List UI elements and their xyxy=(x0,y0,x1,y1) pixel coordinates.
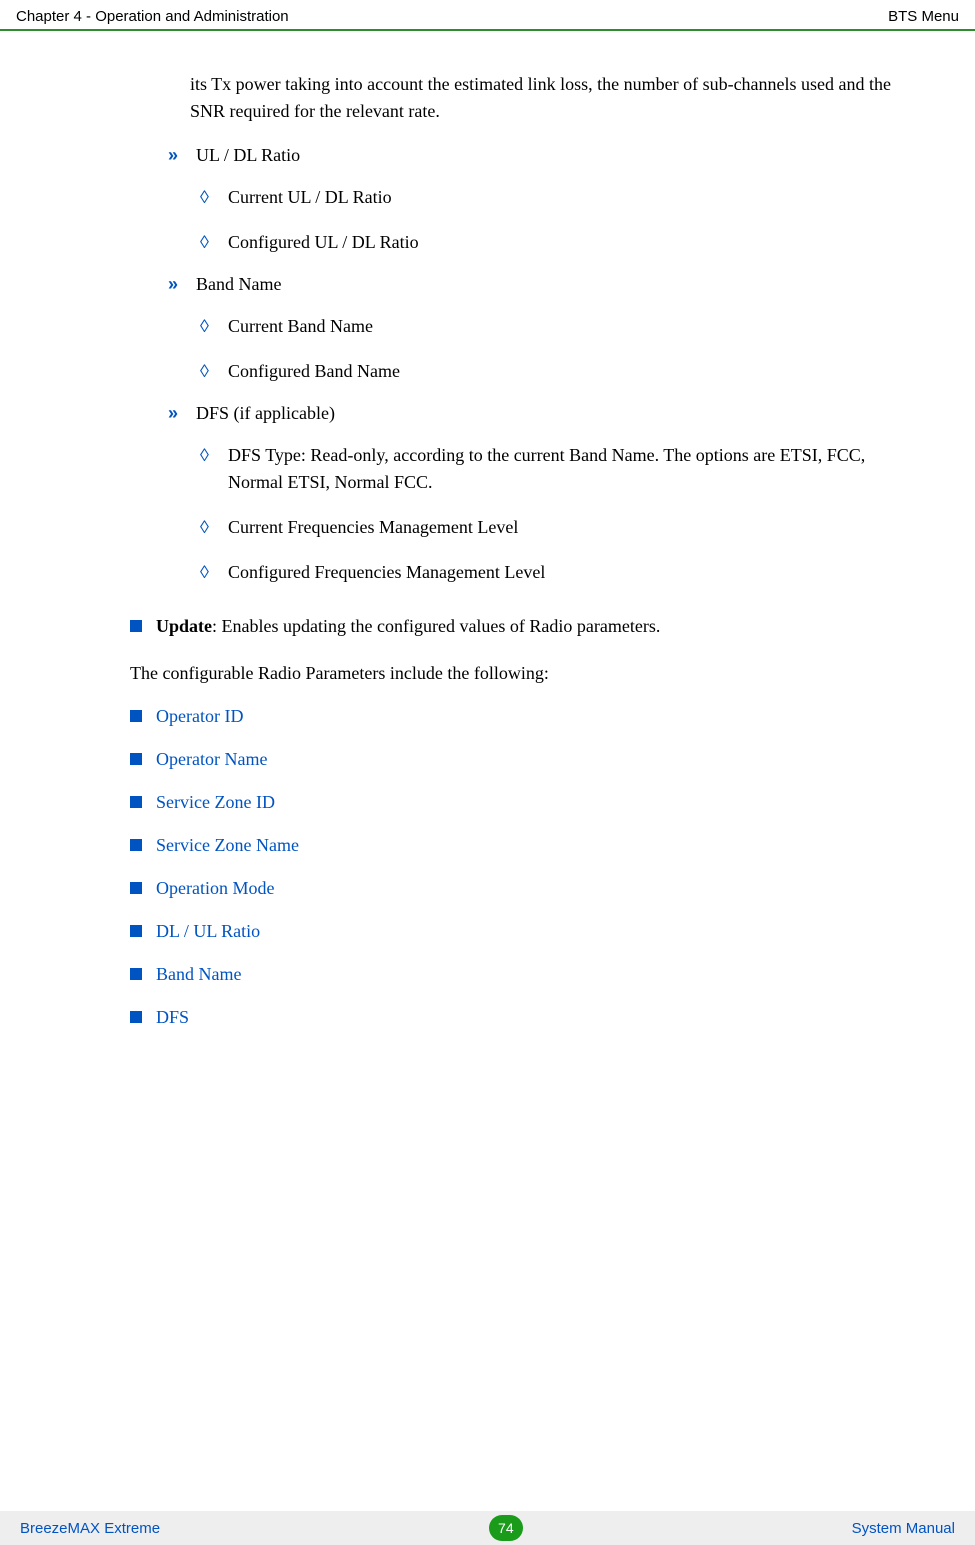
section-dfs: »DFS (if applicable) xyxy=(168,403,915,424)
intro-paragraph: its Tx power taking into account the est… xyxy=(190,71,915,125)
link-text: Service Zone ID xyxy=(156,792,275,812)
link-service-zone-name[interactable]: Service Zone Name xyxy=(130,835,915,856)
square-bullet-icon xyxy=(130,1011,142,1023)
section-ul-dl-ratio: »UL / DL Ratio xyxy=(168,145,915,166)
header-right: BTS Menu xyxy=(888,8,959,25)
link-dfs[interactable]: DFS xyxy=(130,1007,915,1028)
square-bullet-icon xyxy=(130,925,142,937)
item-text: Current Frequencies Management Level xyxy=(228,514,908,541)
page-header: Chapter 4 - Operation and Administration… xyxy=(0,0,975,31)
update-label: Update xyxy=(156,616,212,636)
square-bullet-icon xyxy=(130,882,142,894)
page-footer: BreezeMAX Extreme 74 System Manual xyxy=(0,1511,975,1545)
post-paragraph: The configurable Radio Parameters includ… xyxy=(130,663,915,684)
chevron-icon: » xyxy=(168,403,196,424)
page-content: its Tx power taking into account the est… xyxy=(0,31,975,1028)
link-text: DL / UL Ratio xyxy=(156,921,260,941)
item-text: Current UL / DL Ratio xyxy=(228,184,908,211)
item-text: DFS Type: Read-only, according to the cu… xyxy=(228,442,908,496)
link-service-zone-id[interactable]: Service Zone ID xyxy=(130,792,915,813)
link-operator-name[interactable]: Operator Name xyxy=(130,749,915,770)
square-bullet-icon xyxy=(130,753,142,765)
update-text: : Enables updating the configured values… xyxy=(212,616,660,636)
diamond-icon: ◊ xyxy=(200,559,228,586)
square-bullet-icon xyxy=(130,620,142,632)
section-title: UL / DL Ratio xyxy=(196,145,300,165)
list-item: ◊Current Band Name xyxy=(200,313,915,340)
square-bullet-icon xyxy=(130,796,142,808)
section-title: Band Name xyxy=(196,274,281,294)
link-dl-ul-ratio[interactable]: DL / UL Ratio xyxy=(130,921,915,942)
chevron-icon: » xyxy=(168,145,196,166)
list-item: ◊Configured UL / DL Ratio xyxy=(200,229,915,256)
header-left: Chapter 4 - Operation and Administration xyxy=(16,8,289,25)
update-item: Update: Enables updating the configured … xyxy=(130,616,915,637)
square-bullet-icon xyxy=(130,710,142,722)
diamond-icon: ◊ xyxy=(200,514,228,541)
link-band-name[interactable]: Band Name xyxy=(130,964,915,985)
section-band-name: »Band Name xyxy=(168,274,915,295)
diamond-icon: ◊ xyxy=(200,442,228,469)
square-bullet-icon xyxy=(130,968,142,980)
section-title: DFS (if applicable) xyxy=(196,403,335,423)
list-item: ◊Current UL / DL Ratio xyxy=(200,184,915,211)
chevron-icon: » xyxy=(168,274,196,295)
list-item: ◊DFS Type: Read-only, according to the c… xyxy=(200,442,915,496)
link-operator-id[interactable]: Operator ID xyxy=(130,706,915,727)
link-text: Service Zone Name xyxy=(156,835,299,855)
link-operation-mode[interactable]: Operation Mode xyxy=(130,878,915,899)
list-item: ◊Configured Frequencies Management Level xyxy=(200,559,915,586)
item-text: Configured UL / DL Ratio xyxy=(228,229,908,256)
link-text: DFS xyxy=(156,1007,189,1027)
page-number-badge: 74 xyxy=(489,1515,523,1541)
item-text: Current Band Name xyxy=(228,313,908,340)
footer-right: System Manual xyxy=(852,1520,955,1537)
item-text: Configured Frequencies Management Level xyxy=(228,559,908,586)
link-text: Operator ID xyxy=(156,706,243,726)
link-text: Band Name xyxy=(156,964,241,984)
list-item: ◊Current Frequencies Management Level xyxy=(200,514,915,541)
list-item: ◊Configured Band Name xyxy=(200,358,915,385)
diamond-icon: ◊ xyxy=(200,229,228,256)
diamond-icon: ◊ xyxy=(200,184,228,211)
link-text: Operation Mode xyxy=(156,878,274,898)
footer-left: BreezeMAX Extreme xyxy=(20,1520,160,1537)
diamond-icon: ◊ xyxy=(200,358,228,385)
link-text: Operator Name xyxy=(156,749,267,769)
square-bullet-icon xyxy=(130,839,142,851)
item-text: Configured Band Name xyxy=(228,358,908,385)
diamond-icon: ◊ xyxy=(200,313,228,340)
